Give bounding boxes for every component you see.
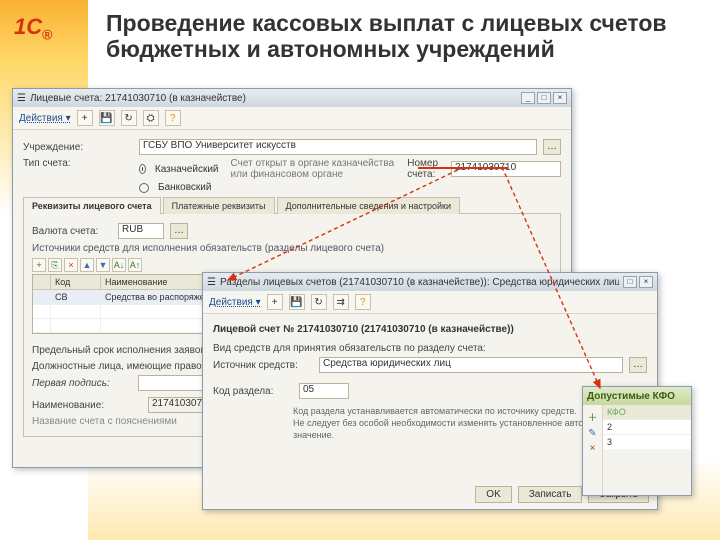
- currency-field[interactable]: RUB: [118, 223, 164, 239]
- slide-title: Проведение кассовых выплат с лицевых сче…: [106, 10, 680, 63]
- close-icon[interactable]: ×: [639, 276, 653, 288]
- titlebar[interactable]: ☰ Лицевые счета: 21741030710 (в казначей…: [13, 89, 571, 107]
- institution-field[interactable]: ГСБУ ВПО Университет искусств: [139, 139, 537, 155]
- actions-menu[interactable]: Действия ▾: [19, 113, 71, 124]
- sort-desc-icon[interactable]: A↑: [128, 258, 142, 272]
- acctnum-label: Номер счета:: [407, 158, 445, 180]
- opened-note: Счет открыт в органе казначейства или фи…: [231, 158, 402, 180]
- kfo-col-head: КФО: [603, 405, 691, 419]
- window-title: Лицевые счета: 21741030710 (в казначейст…: [30, 93, 517, 104]
- toolbar-help-icon[interactable]: ?: [355, 294, 371, 310]
- insert-row-icon[interactable]: ⎘: [48, 258, 62, 272]
- delete-row-icon[interactable]: ×: [64, 258, 78, 272]
- form-icon: ☰: [207, 277, 216, 288]
- source-field[interactable]: Средства юридических лиц: [319, 357, 623, 373]
- edit-icon[interactable]: ✎: [588, 428, 596, 439]
- tab-payment[interactable]: Платежные реквизиты: [163, 197, 275, 214]
- titlebar-2[interactable]: ☰ Разделы лицевых счетов (21741030710 (в…: [203, 273, 657, 291]
- divcode-field[interactable]: 05: [299, 383, 349, 399]
- toolbar-refresh-icon[interactable]: ↻: [311, 294, 327, 310]
- window-title-2: Разделы лицевых счетов (21741030710 (в к…: [220, 277, 619, 288]
- radio-bank[interactable]: [139, 183, 149, 193]
- titlebar-3[interactable]: Допустимые КФО: [583, 387, 691, 405]
- kfo-row[interactable]: 2: [603, 419, 691, 434]
- close-icon[interactable]: ×: [553, 92, 567, 104]
- toolbar-save-icon[interactable]: 💾: [99, 110, 115, 126]
- toolbar-save-icon[interactable]: 💾: [289, 294, 305, 310]
- source-lookup[interactable]: …: [629, 357, 647, 373]
- move-up-icon[interactable]: ▲: [80, 258, 94, 272]
- ok-button[interactable]: OK: [475, 486, 511, 503]
- tab-additional[interactable]: Дополнительные сведения и настройки: [277, 197, 461, 214]
- radio-bank-label: Банковский: [158, 182, 211, 193]
- grid-toolbar: + ⎘ × ▲ ▼ A↓ A↑: [32, 258, 552, 272]
- divcode-label: Код раздела:: [213, 386, 293, 397]
- currency-label: Валюта счета:: [32, 226, 112, 237]
- add-row-icon[interactable]: +: [32, 258, 46, 272]
- add-icon[interactable]: ＋: [588, 409, 598, 424]
- toolbar-new-icon[interactable]: +: [77, 110, 93, 126]
- firstsign-label: Первая подпись:: [32, 378, 132, 389]
- institution-label: Учреждение:: [23, 142, 133, 153]
- maximize-icon[interactable]: □: [537, 92, 551, 104]
- toolbar-new-icon[interactable]: +: [267, 294, 283, 310]
- move-down-icon[interactable]: ▼: [96, 258, 110, 272]
- toolbar-refresh-icon[interactable]: ↻: [121, 110, 137, 126]
- tabs: Реквизиты лицевого счета Платежные рекви…: [23, 197, 561, 214]
- radio-treasury[interactable]: [139, 164, 146, 174]
- sort-asc-icon[interactable]: A↓: [112, 258, 126, 272]
- name-label: Наименование:: [32, 400, 142, 411]
- maximize-icon[interactable]: □: [623, 276, 637, 288]
- tab-requisites[interactable]: Реквизиты лицевого счета: [23, 197, 161, 214]
- window-title-3: Допустимые КФО: [587, 391, 687, 402]
- actions-menu-2[interactable]: Действия ▾: [209, 297, 261, 308]
- toolbar-help-icon[interactable]: ?: [165, 110, 181, 126]
- save-button[interactable]: Записать: [518, 486, 583, 503]
- delete-icon[interactable]: ×: [590, 443, 596, 454]
- sources-title: Источники средств для исполнения обязате…: [32, 243, 552, 254]
- logo: 1C®: [14, 14, 52, 42]
- toolbar-2: Действия ▾ + 💾 ↻ ⇉ ?: [203, 291, 657, 314]
- minimize-icon[interactable]: _: [521, 92, 535, 104]
- acctnum-field[interactable]: 21741030710: [451, 161, 561, 177]
- kfo-row[interactable]: 3: [603, 434, 691, 449]
- toolbar: Действия ▾ + 💾 ↻ ⛭ ?: [13, 107, 571, 130]
- col-code: Код: [51, 275, 101, 289]
- institution-lookup[interactable]: …: [543, 139, 561, 155]
- desc-label: Название счета с пояснениями: [32, 416, 222, 427]
- form-icon: ☰: [17, 93, 26, 104]
- currency-lookup[interactable]: …: [170, 223, 188, 239]
- kfo-window: Допустимые КФО ＋ ✎ × КФО 2 3: [582, 386, 692, 496]
- source-label: Источник средств:: [213, 360, 313, 371]
- acct-line: Лицевой счет № 21741030710 (21741030710 …: [213, 324, 647, 335]
- kind-label: Вид средств для принятия обязательств по…: [213, 343, 647, 354]
- toolbar-settings-icon[interactable]: ⛭: [143, 110, 159, 126]
- radio-treasury-label: Казначейский: [155, 164, 219, 175]
- col-mark: [33, 275, 51, 289]
- toolbar-link-icon[interactable]: ⇉: [333, 294, 349, 310]
- accttype-label: Тип счета:: [23, 158, 133, 169]
